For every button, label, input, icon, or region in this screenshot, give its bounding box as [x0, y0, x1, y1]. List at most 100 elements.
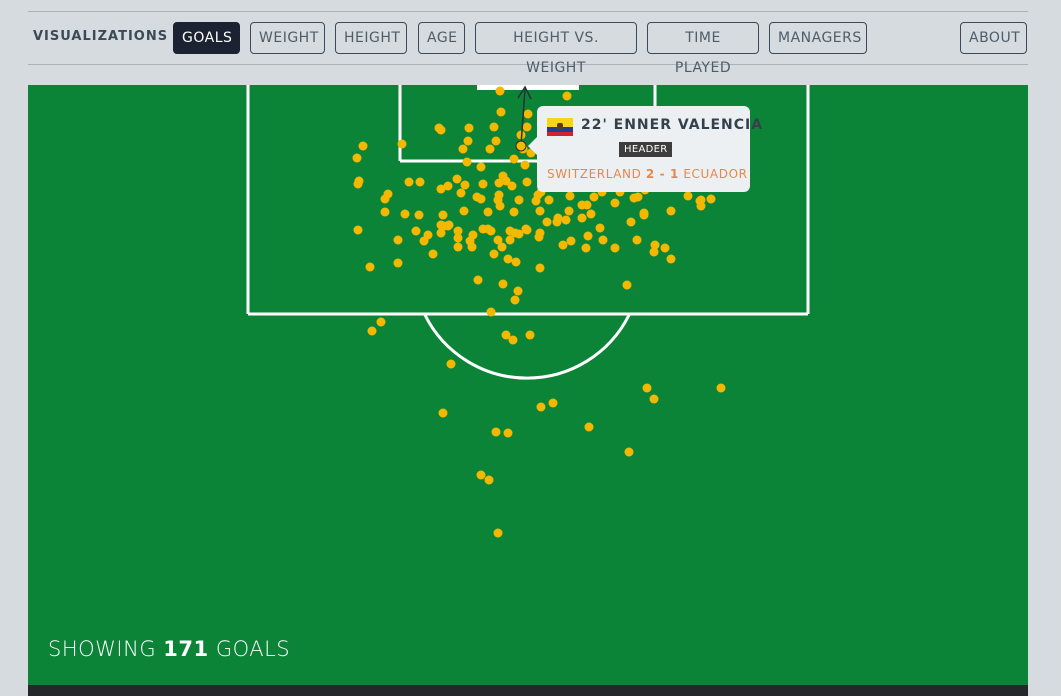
goal-shot-point[interactable]: [393, 258, 403, 268]
goal-shot-point[interactable]: [552, 217, 562, 227]
goal-shot-point[interactable]: [624, 447, 634, 457]
goal-shot-point[interactable]: [566, 236, 576, 246]
goal-shot-point[interactable]: [494, 178, 504, 188]
goal-shot-point[interactable]: [598, 235, 608, 245]
goal-shot-point[interactable]: [649, 394, 659, 404]
goal-shot-point[interactable]: [577, 213, 587, 223]
goal-shot-point[interactable]: [468, 230, 478, 240]
goal-shot-point[interactable]: [535, 206, 545, 216]
goal-shot-point[interactable]: [558, 240, 568, 250]
goal-shot-point[interactable]: [458, 144, 468, 154]
goal-shot-point[interactable]: [393, 235, 403, 245]
goal-shot-point[interactable]: [498, 279, 508, 289]
goal-shot-point[interactable]: [595, 223, 605, 233]
goal-shot-point[interactable]: [639, 210, 649, 220]
goal-shot-point[interactable]: [583, 231, 593, 241]
goal-shot-point[interactable]: [486, 307, 496, 317]
goal-shot-point[interactable]: [438, 210, 448, 220]
goal-shot-point[interactable]: [522, 177, 532, 187]
goal-shot-point[interactable]: [581, 243, 591, 253]
goal-shot-point[interactable]: [489, 249, 499, 259]
goal-shot-point[interactable]: [696, 201, 706, 211]
goal-shot-point[interactable]: [367, 326, 377, 336]
goal-shot-point[interactable]: [562, 91, 572, 101]
goal-shot-point[interactable]: [522, 225, 532, 235]
nav-goals-button[interactable]: GOALS: [173, 22, 240, 54]
goal-shot-point[interactable]: [414, 210, 424, 220]
goal-shot-point[interactable]: [542, 217, 552, 227]
goal-shot-point[interactable]: [523, 109, 533, 119]
goal-shot-point[interactable]: [485, 144, 495, 154]
goal-shot-point[interactable]: [503, 428, 513, 438]
goal-shot-point[interactable]: [484, 475, 494, 485]
goal-shot-point[interactable]: [642, 383, 652, 393]
goal-shot-point[interactable]: [438, 408, 448, 418]
goal-shot-point[interactable]: [473, 275, 483, 285]
goal-shot-point[interactable]: [565, 191, 575, 201]
goal-shot-point[interactable]: [443, 181, 453, 191]
goal-shot-point[interactable]: [443, 221, 453, 231]
goal-shot-point[interactable]: [352, 153, 362, 163]
goal-shot-point[interactable]: [491, 136, 501, 146]
goal-shot-point[interactable]: [380, 207, 390, 217]
goal-shot-point[interactable]: [476, 194, 486, 204]
goal-shot-point[interactable]: [495, 201, 505, 211]
nav-height-vs-weight-button[interactable]: HEIGHT VS. WEIGHT: [475, 22, 637, 76]
goal-shot-point[interactable]: [497, 242, 507, 252]
nav-about-button[interactable]: ABOUT: [960, 22, 1027, 54]
goal-shot-point[interactable]: [531, 196, 541, 206]
goal-shot-point[interactable]: [495, 86, 505, 96]
goal-shot-point[interactable]: [536, 402, 546, 412]
goal-shot-point[interactable]: [525, 330, 535, 340]
goal-shot-point[interactable]: [561, 215, 571, 225]
nav-time-played-button[interactable]: TIME PLAYED: [647, 22, 759, 76]
goal-shot-point[interactable]: [514, 195, 524, 205]
goal-shot-point[interactable]: [446, 359, 456, 369]
goal-shot-point[interactable]: [509, 207, 519, 217]
goal-shot-point[interactable]: [586, 209, 596, 219]
goal-shot-point[interactable]: [478, 179, 488, 189]
goal-shot-point[interactable]: [486, 226, 496, 236]
goal-shot-point[interactable]: [493, 528, 503, 538]
goal-shot-point[interactable]: [666, 206, 676, 216]
selected-shot-point[interactable]: [515, 140, 527, 152]
goal-shot-point[interactable]: [522, 122, 532, 132]
goal-shot-point[interactable]: [483, 207, 493, 217]
goal-shot-point[interactable]: [452, 174, 462, 184]
goal-shot-point[interactable]: [513, 286, 523, 296]
goal-shot-point[interactable]: [508, 335, 518, 345]
goal-shot-point[interactable]: [503, 254, 513, 264]
goal-shot-point[interactable]: [353, 179, 363, 189]
goal-shot-point[interactable]: [453, 242, 463, 252]
goal-shot-point[interactable]: [419, 236, 429, 246]
goal-shot-point[interactable]: [415, 177, 425, 187]
goal-shot-point[interactable]: [460, 180, 470, 190]
goal-shot-point[interactable]: [511, 257, 521, 267]
goal-shot-point[interactable]: [489, 122, 499, 132]
goal-shot-point[interactable]: [535, 263, 545, 273]
goal-shot-point[interactable]: [666, 254, 676, 264]
goal-shot-point[interactable]: [584, 422, 594, 432]
goal-shot-point[interactable]: [632, 235, 642, 245]
goal-shot-point[interactable]: [496, 107, 506, 117]
goal-shot-point[interactable]: [626, 217, 636, 227]
goal-shot-point[interactable]: [544, 195, 554, 205]
goal-shot-point[interactable]: [453, 233, 463, 243]
goal-shot-point[interactable]: [464, 123, 474, 133]
goal-shot-point[interactable]: [353, 225, 363, 235]
goal-shot-point[interactable]: [535, 228, 545, 238]
goal-shot-point[interactable]: [660, 243, 670, 253]
goal-shot-point[interactable]: [404, 177, 414, 187]
goal-shot-point[interactable]: [507, 181, 517, 191]
goal-shot-point[interactable]: [456, 188, 466, 198]
goal-shot-point[interactable]: [436, 125, 446, 135]
nav-managers-button[interactable]: MANAGERS: [769, 22, 867, 54]
goal-shot-point[interactable]: [476, 162, 486, 172]
goal-shot-point[interactable]: [510, 295, 520, 305]
goal-shot-point[interactable]: [428, 249, 438, 259]
goal-shot-point[interactable]: [510, 228, 520, 238]
goal-shot-point[interactable]: [610, 243, 620, 253]
nav-weight-button[interactable]: WEIGHT: [250, 22, 325, 54]
goal-shot-point[interactable]: [459, 206, 469, 216]
goal-shot-point[interactable]: [589, 192, 599, 202]
